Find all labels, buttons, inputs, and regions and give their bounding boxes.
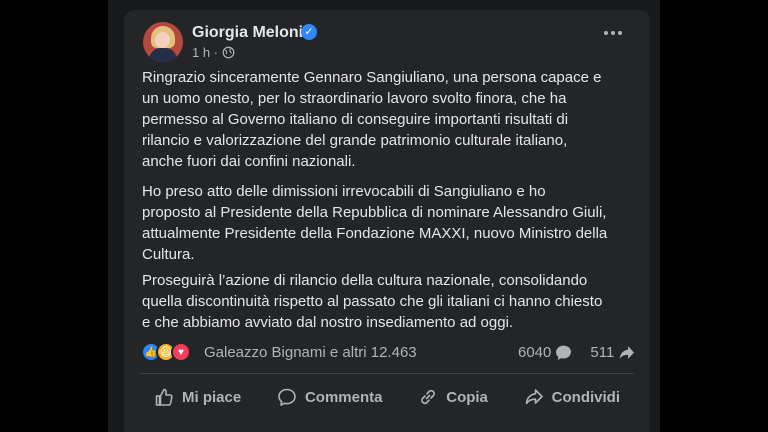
author-name[interactable]: Giorgia Meloni [192,24,303,42]
thumbs-up-icon [155,388,173,406]
share-icon [525,389,543,405]
action-bar: Mi piace Commenta Copia Condividi [140,382,634,412]
divider [140,373,634,374]
avatar[interactable] [143,22,183,62]
love-icon: ♥ [171,342,191,362]
copy-button[interactable]: Copia [404,382,502,412]
share-count[interactable]: 511 [590,344,635,361]
reaction-names[interactable]: Galeazzo Bignami e altri 12.463 [204,344,417,361]
post-paragraph-3: Proseguirà l’azione di rilancio della cu… [142,272,603,331]
like-button-label: Mi piace [182,388,242,406]
comment-button-label: Commenta [304,388,383,406]
share-arrow-icon [619,346,635,359]
share-button-label: Condividi [551,388,620,406]
globe-icon [222,46,235,59]
engagement-counts: 6040 511 [518,344,635,361]
comment-count-value: 6040 [518,344,552,361]
link-icon [421,389,436,405]
reaction-icons[interactable]: 👍 😆 ♥ [141,342,191,362]
post-time[interactable]: 1 h · [192,45,218,60]
post-paragraph-2: Ho preso atto delle dimissioni irrevocab… [142,183,608,263]
share-button[interactable]: Condividi [510,382,634,412]
avatar-face [155,32,170,48]
verified-badge-icon: ✓ [301,24,317,40]
comment-bubble-icon [556,345,572,360]
avatar-body [149,48,177,62]
comment-button[interactable]: Commenta [263,382,397,412]
post-meta: 1 h · [192,45,235,60]
post-paragraph-1: Ringrazio sinceramente Gennaro Sangiulia… [142,69,602,170]
share-count-value: 511 [590,344,615,361]
comment-icon [278,388,296,406]
like-button[interactable]: Mi piace [140,382,255,412]
copy-button-label: Copia [446,388,488,406]
comment-count[interactable]: 6040 [518,344,572,361]
more-options-icon[interactable] [604,31,622,35]
